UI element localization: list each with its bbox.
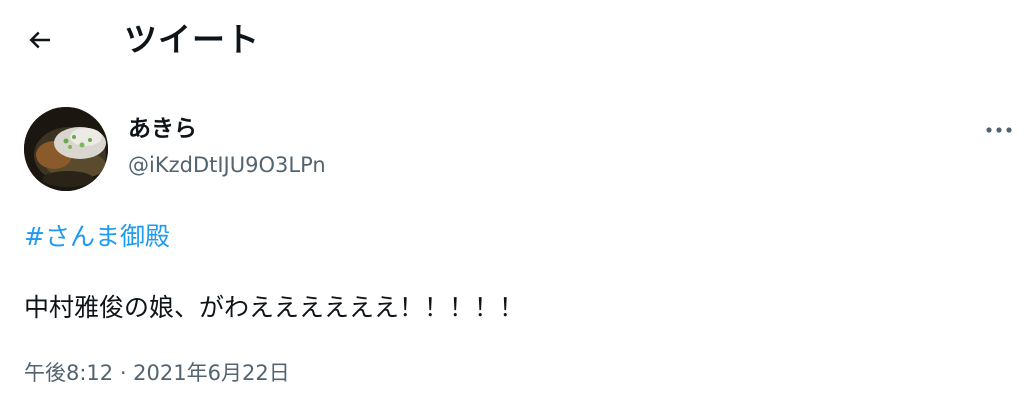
more-button[interactable] [982, 118, 1016, 142]
page-title: ツイート [124, 20, 260, 59]
more-horizontal-icon [986, 127, 1012, 133]
tweet-timestamp[interactable]: 午後8:12 · 2021年6月22日 [24, 358, 290, 388]
avatar-image [24, 107, 108, 191]
avatar[interactable] [24, 107, 108, 191]
header: ツイート [0, 0, 1024, 80]
author-handle[interactable]: @iKzdDtIJU9O3LPn [128, 150, 326, 180]
tweet-detail-page: ツイート あきら @iKzdDtIJU9O3LPn #さんま御殿 中村雅俊の娘、… [0, 0, 1024, 415]
arrow-left-icon [29, 31, 50, 49]
hashtag-link[interactable]: #さんま御殿 [24, 219, 170, 255]
back-button[interactable] [22, 22, 58, 58]
tweet-text: 中村雅俊の娘、がわええええええ！！！！！ [24, 293, 525, 322]
author-display-name[interactable]: あきら [128, 113, 197, 145]
